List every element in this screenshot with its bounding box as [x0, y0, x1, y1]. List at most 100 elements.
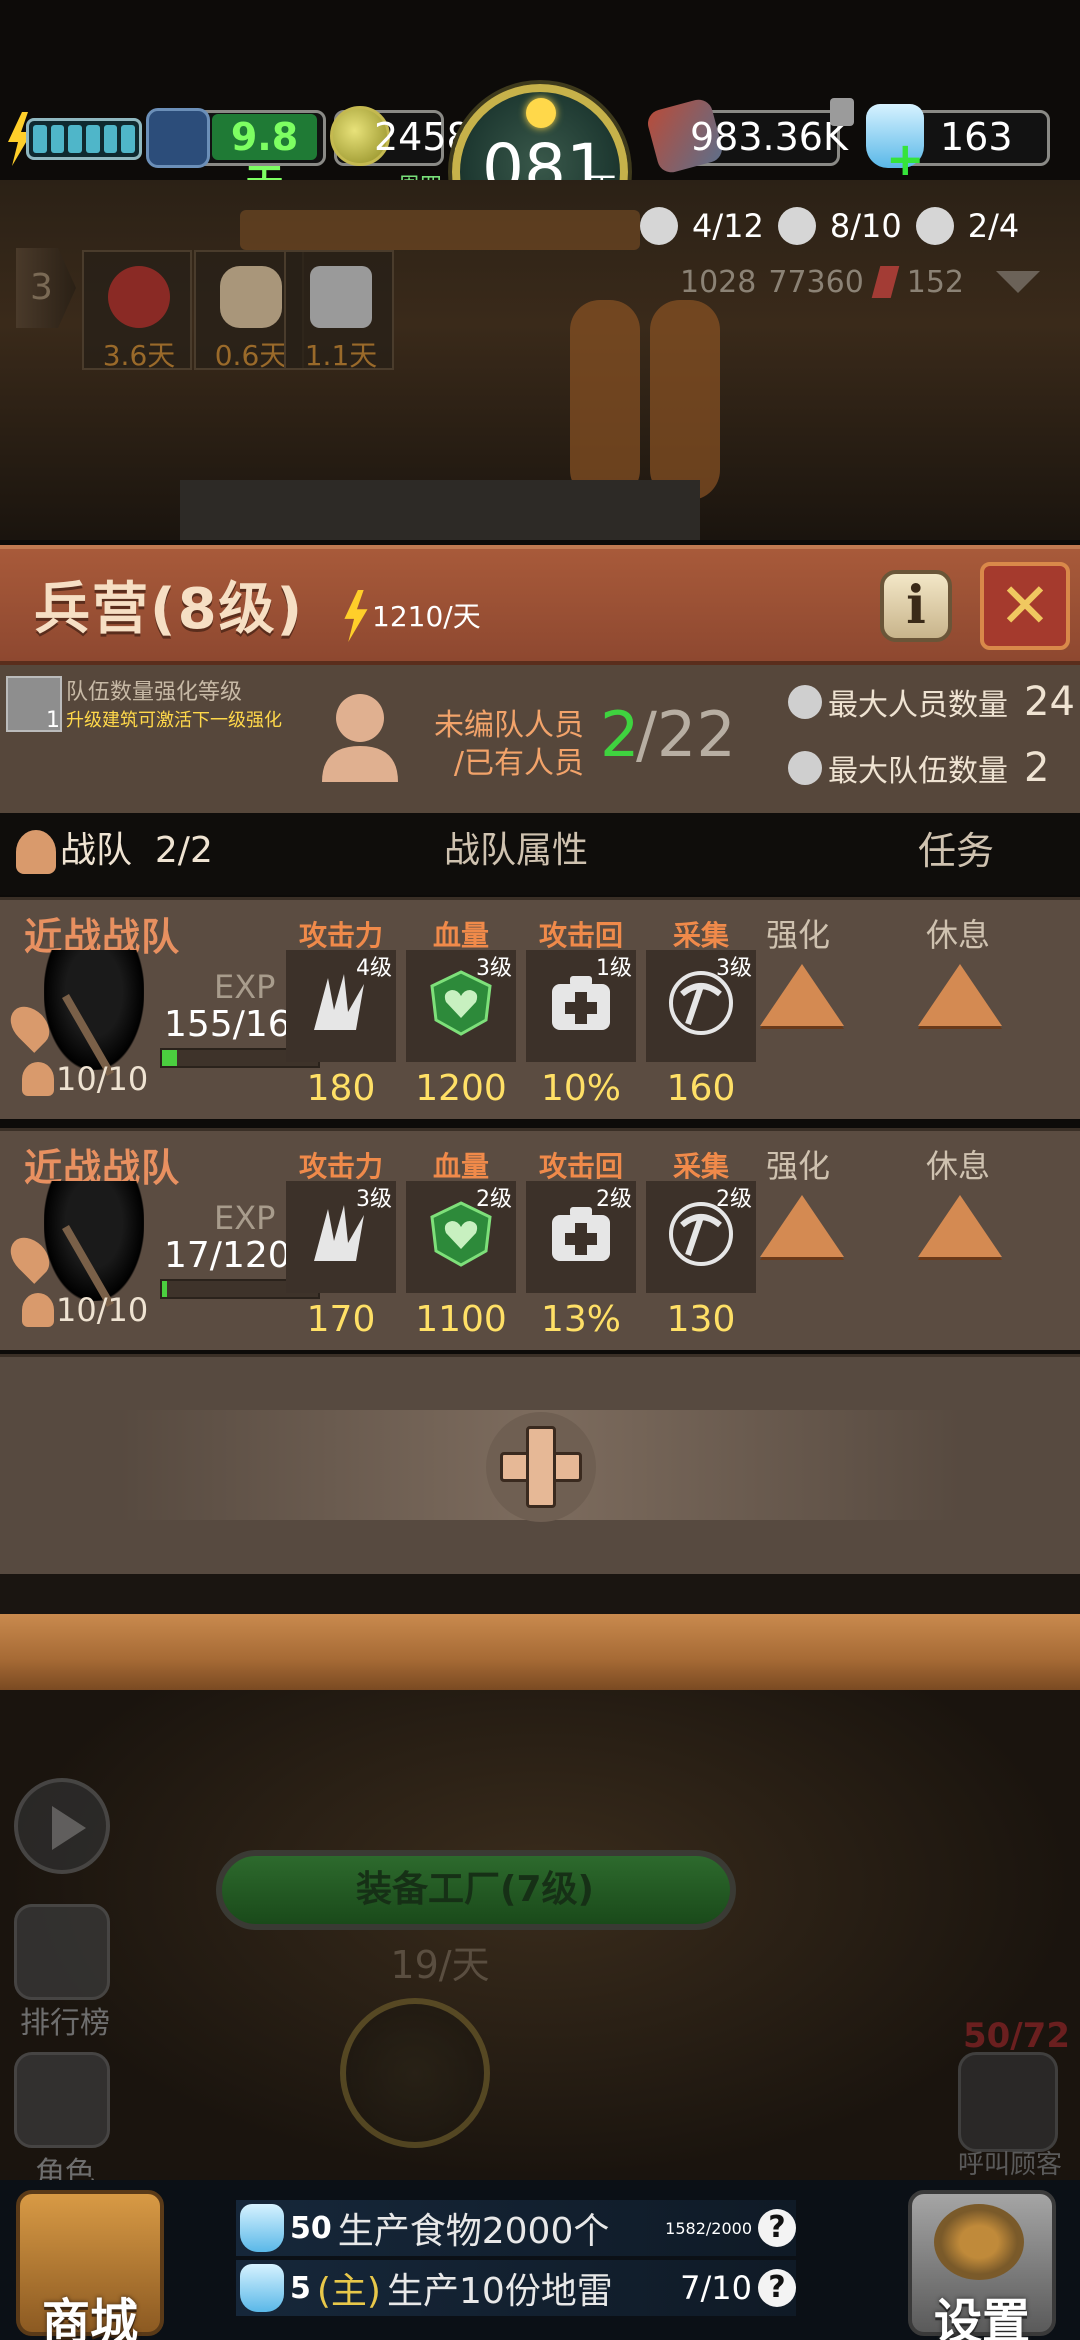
lower-scene [0, 1690, 1080, 2180]
lifesteal-value: 10% [540, 1068, 621, 1109]
rest-header: 休息 [926, 1147, 991, 1185]
buff-gift[interactable]: 1.1天 [284, 250, 394, 372]
gather-stat[interactable]: 3级 [646, 950, 756, 1062]
lifesteal-stat[interactable]: 1级 [526, 950, 636, 1062]
rest-button[interactable] [918, 964, 1002, 1026]
squad-members: 10/10 [56, 1291, 149, 1329]
lifesteal-stat[interactable]: 2级 [526, 1181, 636, 1293]
squad-row[interactable]: 近战战队 10/10 EXP 17/1200 攻击力 3级 170 血量 2级 … [0, 1128, 1080, 1350]
hp-value: 1200 [415, 1068, 507, 1109]
pickaxe-icon [669, 1202, 733, 1266]
enhance-button[interactable] [760, 964, 844, 1026]
character-button[interactable] [14, 2052, 110, 2148]
member-icon [22, 1062, 54, 1096]
gear-icon [934, 2204, 1024, 2280]
quest-item[interactable]: 50 生产食物2000个 1582/2000 ? [236, 2200, 796, 2256]
info-button[interactable]: i [880, 570, 952, 642]
person-icon [788, 685, 822, 719]
exp-label: EXP [214, 1199, 276, 1237]
gather-header: 采集 [672, 1150, 729, 1183]
energy-icon [344, 590, 368, 642]
camel-icon [220, 266, 282, 328]
medkit-icon [552, 1207, 610, 1261]
hp-header: 血量 [432, 919, 489, 952]
factory-rate: 19/天 [390, 1943, 490, 1987]
unassigned-count: 2 [600, 698, 640, 771]
call-guest-label: 呼叫顾客 [957, 2150, 1062, 2180]
quest-item[interactable]: 5 (主) 生产10份地雷 7/10 ? [236, 2260, 796, 2316]
exp-label: EXP [214, 968, 276, 1006]
water-bottle-icon [240, 2264, 284, 2312]
squad-members: 10/10 [56, 1060, 149, 1098]
miner-icon [777, 207, 816, 245]
water-bottle-icon [240, 2204, 284, 2252]
gun-wheel-icon[interactable] [340, 1998, 490, 2148]
coin-count: 2458 [374, 115, 471, 159]
gem-icon [871, 266, 900, 298]
attack-value: 170 [306, 1299, 376, 1340]
play-icon[interactable] [14, 1778, 110, 1874]
food-bowl-icon [146, 108, 210, 168]
gather-header: 采集 [672, 919, 729, 952]
hp-value: 1100 [415, 1299, 507, 1340]
ranking-label: 排行榜 [20, 2006, 110, 2041]
claw-icon [314, 1205, 364, 1261]
call-guest-button[interactable] [958, 2052, 1058, 2152]
unassigned-label: 未编队人员 [434, 708, 584, 743]
tab-tasks[interactable]: 任务 [918, 826, 1018, 876]
sun-icon [526, 98, 556, 128]
squad-portrait [44, 950, 144, 1076]
enhance-header: 强化 [766, 916, 831, 954]
max-people-row: 最大人员数量 24 [788, 679, 1078, 725]
claw-icon [314, 974, 364, 1030]
shop-label: 商城 [41, 2294, 138, 2340]
skull-icon [108, 266, 170, 328]
person-icon [322, 694, 398, 782]
exp-bar-fill [162, 1281, 167, 1297]
rest-button[interactable] [918, 1195, 1002, 1257]
hp-stat[interactable]: 2级 [406, 1181, 516, 1293]
gather-stat[interactable]: 2级 [646, 1181, 756, 1293]
ranking-button[interactable] [14, 1904, 110, 2000]
help-icon[interactable]: ? [758, 2269, 796, 2307]
team-icon [16, 830, 56, 874]
factory-label: 装备工厂(7级) [356, 1869, 594, 1910]
lifesteal-value: 13% [540, 1299, 621, 1340]
expand-chevron-icon[interactable] [996, 271, 1040, 293]
battery-cells [26, 118, 142, 160]
enhance-header: 强化 [766, 1147, 831, 1185]
member-icon [22, 1293, 54, 1327]
heart-shield-icon [430, 1201, 492, 1267]
gather-value: 160 [666, 1068, 736, 1109]
hp-header: 血量 [432, 1150, 489, 1183]
tab-teams[interactable]: 战队 2/2 [60, 826, 260, 876]
help-icon[interactable]: ? [758, 2209, 796, 2247]
add-squad-button[interactable] [486, 1412, 596, 1522]
energy-rate: 1210/天 [372, 600, 481, 633]
add-water-icon[interactable]: + [886, 136, 925, 182]
food-days: 9.8天 [212, 114, 317, 205]
max-teams-row: 最大队伍数量 2 [788, 745, 1078, 791]
attack-stat[interactable]: 3级 [286, 1181, 396, 1293]
medkit-icon [552, 976, 610, 1030]
wood-divider [0, 1614, 1080, 1690]
hp-stat[interactable]: 3级 [406, 950, 516, 1062]
heart-shield-icon [430, 970, 492, 1036]
close-button[interactable]: ✕ [980, 562, 1070, 650]
tab-attributes[interactable]: 战队属性 [444, 826, 644, 876]
attack-header: 攻击力 [298, 919, 383, 952]
attack-stat[interactable]: 4级 [286, 950, 396, 1062]
enhance-button[interactable] [760, 1195, 844, 1257]
enhance-level: 1 [46, 708, 60, 733]
rest-header: 休息 [926, 916, 991, 954]
exp-bar-fill [162, 1050, 178, 1066]
squad-row[interactable]: 近战战队 10/10 EXP 155/1600 攻击力 4级 180 血量 3级… [0, 897, 1080, 1119]
resource-row: 1028 77360 152 [680, 260, 1040, 304]
total-count: /22 [636, 698, 736, 771]
lock-icon [830, 98, 854, 126]
worker-icon [640, 207, 678, 245]
team-badge-icon [788, 751, 822, 785]
population-row: 4/12 8/10 2/4 [640, 200, 1070, 252]
panel-footer [0, 1574, 1080, 1614]
buff-skull[interactable]: 3.6天 [82, 250, 192, 372]
